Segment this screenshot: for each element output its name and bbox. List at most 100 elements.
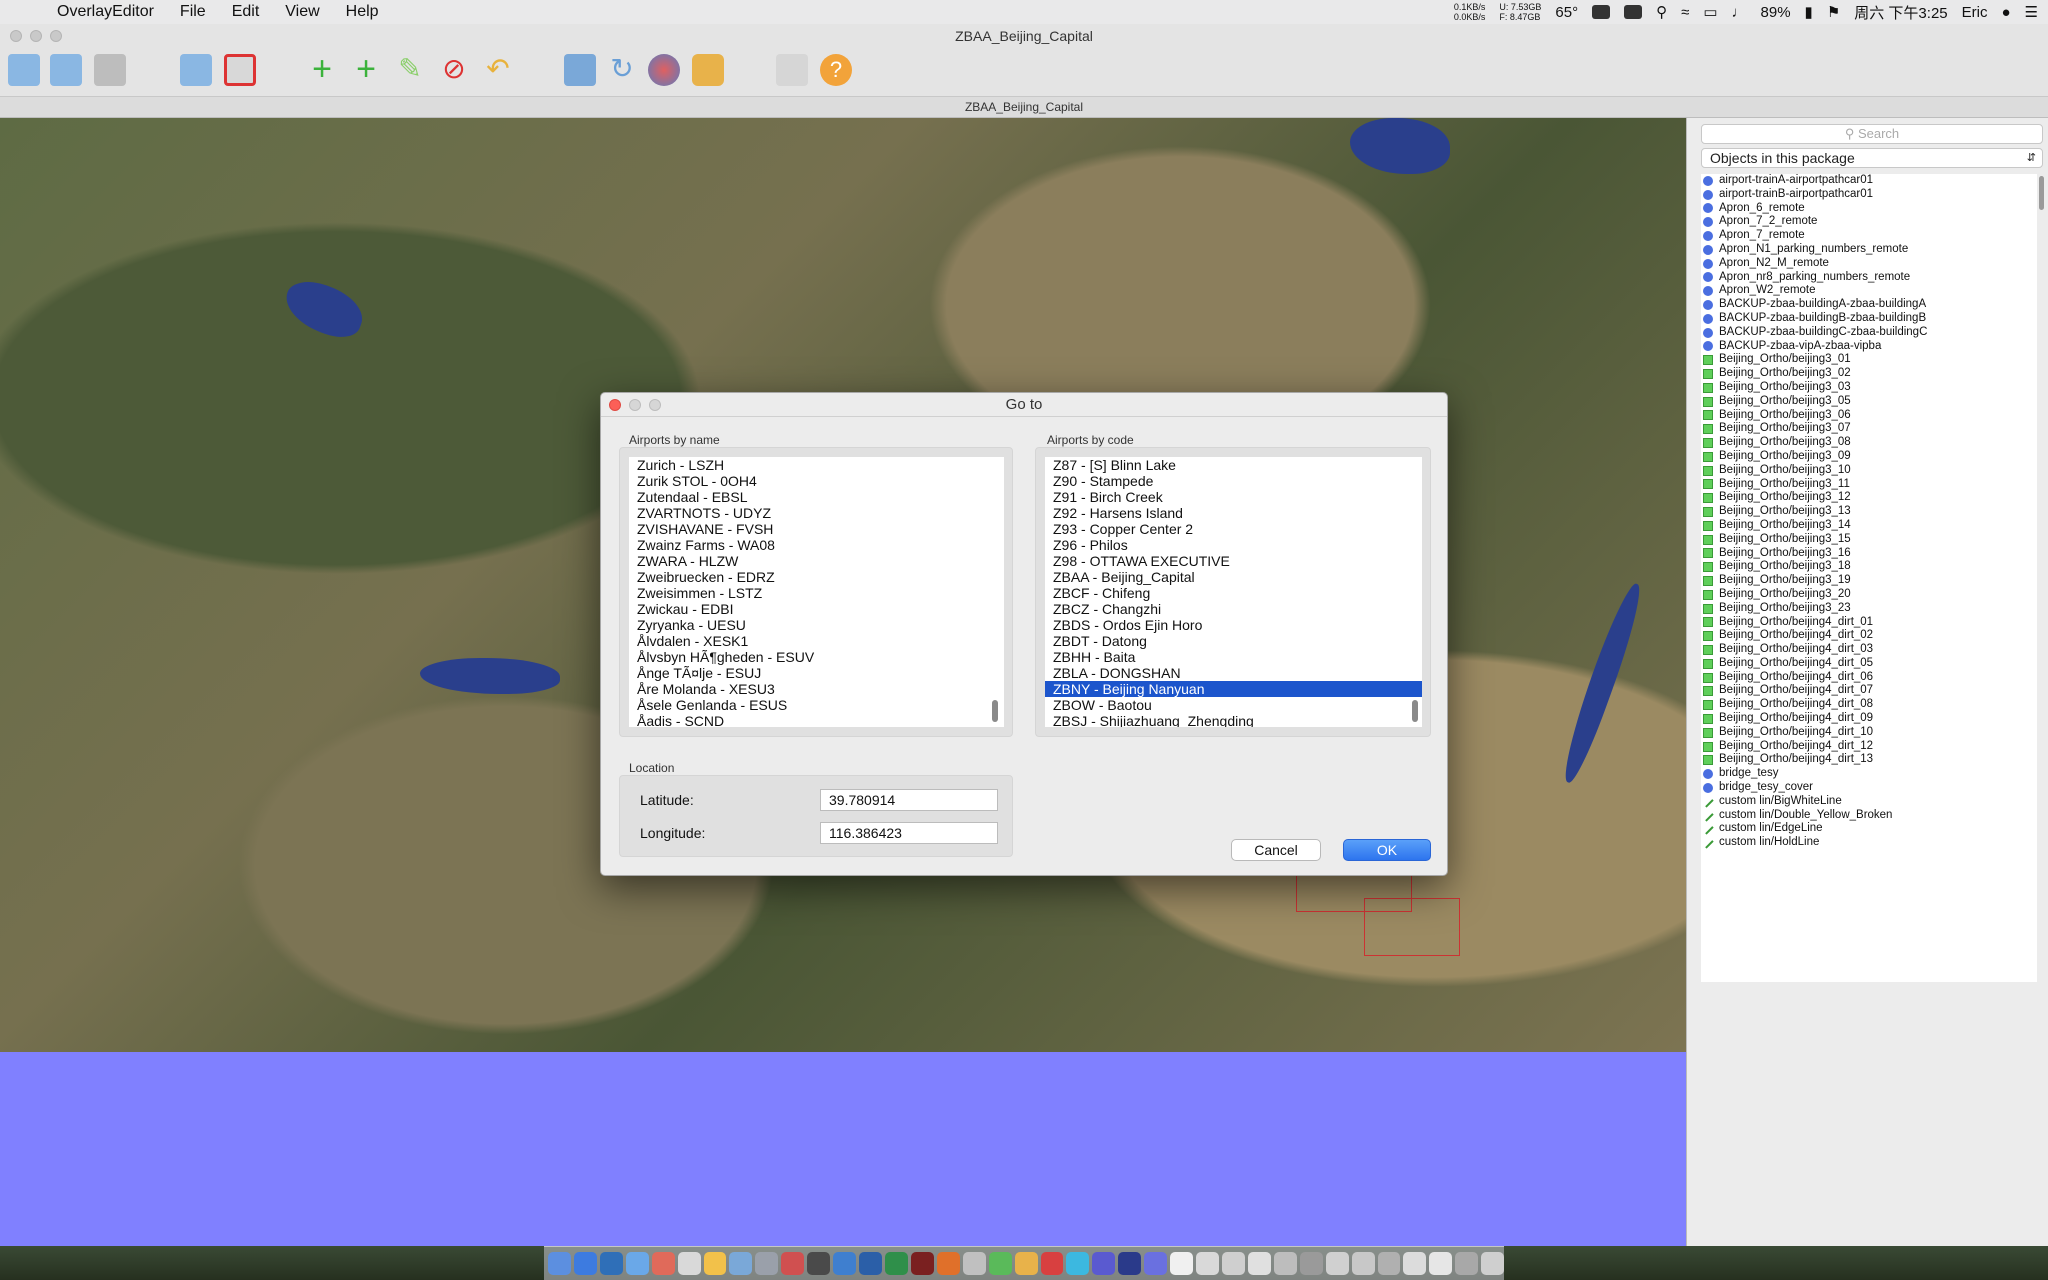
dock-app-icon[interactable]: [599, 1252, 623, 1275]
object-list-item[interactable]: Beijing_Ortho/beijing4_dirt_13: [1701, 753, 2037, 767]
cancel-button[interactable]: Cancel: [1231, 839, 1321, 861]
object-list-item[interactable]: Beijing_Ortho/beijing3_02: [1701, 367, 2037, 381]
wechat-icon[interactable]: [1624, 5, 1643, 19]
save-package-icon[interactable]: [94, 54, 126, 86]
add-line-icon[interactable]: ✎: [394, 54, 426, 86]
object-list-item[interactable]: bridge_tesy: [1701, 767, 2037, 781]
object-list-item[interactable]: bridge_tesy_cover: [1701, 781, 2037, 795]
airport-code-item[interactable]: ZBDT - Datong: [1045, 633, 1422, 649]
object-list-item[interactable]: BACKUP-zbaa-buildingC-zbaa-buildingC: [1701, 326, 2037, 340]
dock-app-icon[interactable]: [859, 1252, 882, 1275]
dock-app-icon[interactable]: [729, 1252, 753, 1275]
object-list-item[interactable]: Beijing_Ortho/beijing3_20: [1701, 588, 2037, 602]
airport-name-item[interactable]: Zweibruecken - EDRZ: [629, 569, 1004, 585]
dock-app-icon[interactable]: [1299, 1252, 1323, 1275]
object-list-item[interactable]: Beijing_Ortho/beijing4_dirt_03: [1701, 643, 2037, 657]
object-list-item[interactable]: Apron_7_2_remote: [1701, 215, 2037, 229]
input-source-flag-icon[interactable]: ⚑: [1827, 3, 1840, 21]
object-list-item[interactable]: Beijing_Ortho/beijing3_10: [1701, 464, 2037, 478]
dock-app-icon[interactable]: [755, 1252, 779, 1275]
longitude-field[interactable]: 116.386423: [820, 822, 998, 844]
ok-button[interactable]: OK: [1343, 839, 1431, 861]
delete-icon[interactable]: ⊘: [438, 54, 470, 86]
dock-app-icon[interactable]: [1066, 1252, 1090, 1275]
search-icon[interactable]: ⚲: [1656, 3, 1667, 21]
object-list-item[interactable]: Beijing_Ortho/beijing3_08: [1701, 436, 2037, 450]
dock-app-icon[interactable]: [1273, 1252, 1297, 1275]
wifi-icon[interactable]: ≈: [1681, 4, 1689, 21]
close-dialog-icon[interactable]: [609, 399, 621, 411]
airport-name-item[interactable]: Zutendaal - EBSL: [629, 489, 1004, 505]
dock-app-icon[interactable]: [884, 1252, 908, 1275]
dock-app-icon[interactable]: [1403, 1252, 1427, 1275]
object-list-item[interactable]: Apron_6_remote: [1701, 202, 2037, 216]
object-list-item[interactable]: Beijing_Ortho/beijing4_dirt_07: [1701, 684, 2037, 698]
lock-icon[interactable]: [692, 54, 724, 86]
dock-app-icon[interactable]: [1351, 1252, 1375, 1275]
dock-app-icon[interactable]: [910, 1252, 934, 1275]
network-monitor[interactable]: 0.1KB/s 0.0KB/s: [1454, 2, 1486, 22]
objects-list[interactable]: airport-trainA-airportpathcar01 airport-t…: [1701, 174, 2037, 982]
dock-app-icon[interactable]: [1481, 1252, 1505, 1275]
object-list-item[interactable]: Beijing_Ortho/beijing4_dirt_09: [1701, 712, 2037, 726]
dock-app-icon[interactable]: [1092, 1252, 1116, 1275]
object-list-item[interactable]: custom lin/HoldLine: [1701, 836, 2037, 850]
dock-app-icon[interactable]: [962, 1252, 986, 1275]
object-list-item[interactable]: Beijing_Ortho/beijing3_15: [1701, 533, 2037, 547]
object-list-item[interactable]: Beijing_Ortho/beijing3_12: [1701, 491, 2037, 505]
airport-code-item[interactable]: Z98 - OTTAWA EXECUTIVE: [1045, 553, 1422, 569]
clock[interactable]: 周六 下午3:25: [1854, 2, 1947, 23]
temperature-readout[interactable]: 65°: [1555, 4, 1578, 21]
menu-help[interactable]: Help: [333, 3, 392, 21]
airports-by-code-scrollbar[interactable]: [1412, 700, 1418, 722]
object-list-item[interactable]: custom lin/Double_Yellow_Broken: [1701, 809, 2037, 823]
airport-code-item[interactable]: ZBHH - Baita: [1045, 649, 1422, 665]
siri-icon[interactable]: ●: [2001, 4, 2010, 21]
airport-boundary[interactable]: [1364, 898, 1460, 956]
object-list-item[interactable]: Beijing_Ortho/beijing4_dirt_10: [1701, 726, 2037, 740]
menu-app-name[interactable]: OverlayEditor: [44, 3, 167, 21]
objects-scrollbar[interactable]: [2039, 176, 2044, 210]
airports-by-name-scrollbar[interactable]: [992, 700, 998, 722]
menu-edit[interactable]: Edit: [219, 3, 273, 21]
airport-name-item[interactable]: Åre Molanda - XESU3: [629, 681, 1004, 697]
dock-app-icon[interactable]: [1144, 1252, 1168, 1275]
minimize-window-icon[interactable]: [30, 30, 42, 42]
airports-by-code-list[interactable]: Z87 - [S] Blinn Lake Z90 - Stampede Z91 - …: [1045, 457, 1422, 727]
object-list-item[interactable]: airport-trainB-airportpathcar01: [1701, 188, 2037, 202]
airport-code-item[interactable]: Z93 - Copper Center 2: [1045, 521, 1422, 537]
reload-icon[interactable]: ↻: [606, 54, 638, 86]
dock-app-icon[interactable]: [1040, 1252, 1064, 1275]
airport-code-item[interactable]: Z90 - Stampede: [1045, 473, 1422, 489]
airport-name-item[interactable]: Zyryanka - UESU: [629, 617, 1004, 633]
airport-code-item[interactable]: Z96 - Philos: [1045, 537, 1422, 553]
airport-name-item[interactable]: Ålvdalen - XESK1: [629, 633, 1004, 649]
dock-app-icon[interactable]: [1325, 1252, 1349, 1275]
preferences-icon[interactable]: [776, 54, 808, 86]
object-list-item[interactable]: Beijing_Ortho/beijing3_19: [1701, 574, 2037, 588]
dock-app-icon[interactable]: [1221, 1252, 1245, 1275]
volume-icon[interactable]: ♩: [1732, 4, 1747, 21]
dock-app-icon[interactable]: [1170, 1252, 1194, 1275]
object-list-item[interactable]: Beijing_Ortho/beijing4_dirt_02: [1701, 629, 2037, 643]
object-list-item[interactable]: Apron_W2_remote: [1701, 284, 2037, 298]
object-list-item[interactable]: Beijing_Ortho/beijing4_dirt_08: [1701, 698, 2037, 712]
object-list-item[interactable]: Apron_nr8_parking_numbers_remote: [1701, 271, 2037, 285]
airport-name-item[interactable]: ZWARA - HLZW: [629, 553, 1004, 569]
dock-app-icon[interactable]: [1247, 1252, 1271, 1275]
dock-app-icon[interactable]: [833, 1252, 857, 1275]
search-input[interactable]: ⚲ Search: [1701, 124, 2043, 144]
dock-app-icon[interactable]: [625, 1252, 649, 1275]
add-object-icon[interactable]: +: [306, 52, 338, 86]
airport-name-item[interactable]: ZVISHAVANE - FVSH: [629, 521, 1004, 537]
dock-app-icon[interactable]: [1118, 1252, 1142, 1275]
airport-code-item[interactable]: Z87 - [S] Blinn Lake: [1045, 457, 1422, 473]
airport-code-item[interactable]: ZBCZ - Changzhi: [1045, 601, 1422, 617]
dock-app-icon[interactable]: [651, 1252, 675, 1275]
object-list-item[interactable]: Apron_N1_parking_numbers_remote: [1701, 243, 2037, 257]
open-package-icon[interactable]: [50, 54, 82, 86]
objects-filter-select[interactable]: Objects in this package ⇵: [1701, 148, 2043, 168]
object-list-item[interactable]: Apron_7_remote: [1701, 229, 2037, 243]
object-list-item[interactable]: Beijing_Ortho/beijing3_13: [1701, 505, 2037, 519]
dock-app-icon[interactable]: [1014, 1252, 1038, 1275]
